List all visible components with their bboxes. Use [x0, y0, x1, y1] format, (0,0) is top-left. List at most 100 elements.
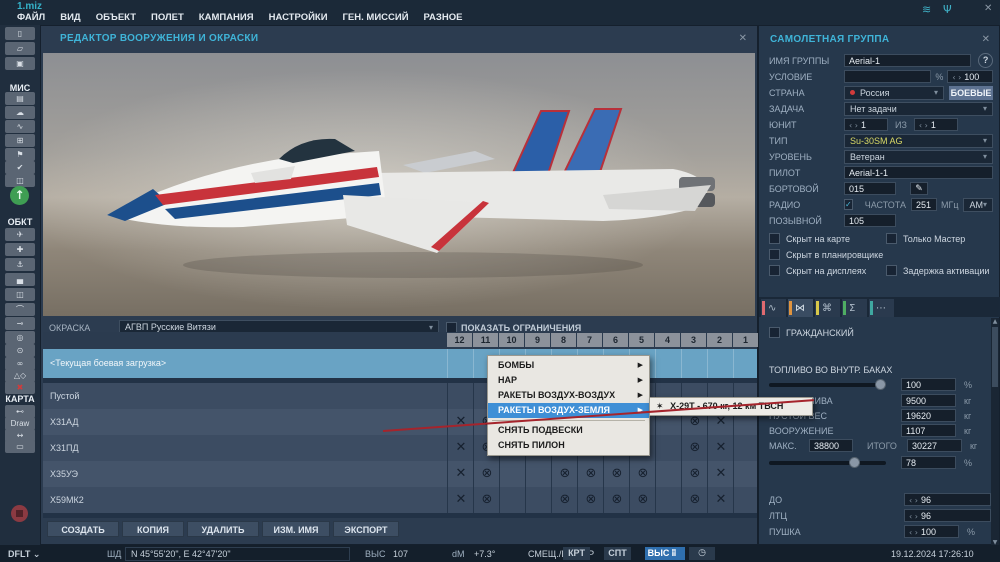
open-mission-button[interactable]: ▱	[5, 42, 35, 55]
group-panel-close-icon[interactable]: ✕	[982, 34, 990, 45]
menu-ген. миссий[interactable]: ГЕН. МИССИЙ	[343, 12, 409, 23]
briefing-button[interactable]: ▤	[5, 92, 35, 105]
menu-файл[interactable]: ФАЙЛ	[17, 12, 45, 23]
group-name-input[interactable]: Aerial-1	[844, 54, 972, 67]
pylon-cell-3[interactable]: ⊗	[681, 435, 708, 461]
probability-stepper[interactable]: ‹ › 100	[947, 70, 993, 83]
coord-mode-label[interactable]: ШД	[107, 549, 121, 559]
add-airbase-button[interactable]: ⌒	[5, 303, 35, 316]
action-copy-button[interactable]: КОПИЯ	[122, 521, 184, 537]
context-menu-item[interactable]: БОМБЫ ▶	[488, 358, 649, 373]
tab-summary[interactable]: Σ	[842, 299, 867, 317]
pylon-cell-9[interactable]	[525, 487, 552, 513]
load-percent-input[interactable]: 78	[901, 456, 956, 469]
edit-board-icon[interactable]: ✎	[910, 182, 928, 195]
pylon-cell-2[interactable]: ✕	[707, 435, 734, 461]
tab-more[interactable]: ⋯	[869, 299, 894, 317]
gates-button[interactable]: ⊞	[5, 134, 35, 147]
gun-stepper[interactable]: ‹ › 100	[904, 525, 959, 538]
hidden-planner-checkbox[interactable]	[769, 249, 780, 260]
chaff-stepper[interactable]: ‹ › 96	[904, 493, 991, 506]
tab-payload[interactable]: ⋈	[788, 299, 813, 317]
pylon-cell-12[interactable]: ✕	[447, 435, 474, 461]
pylon-cell-7[interactable]: ⊗	[577, 487, 604, 513]
pylon-cell-4[interactable]	[655, 487, 682, 513]
flags-button[interactable]: ⚑	[5, 148, 35, 161]
wifi-icon[interactable]: ≋	[922, 3, 931, 16]
pylon-cell-5[interactable]: ⊗	[629, 461, 656, 487]
template-button[interactable]: ◎	[5, 331, 35, 344]
pylon-cell-10[interactable]	[499, 487, 526, 513]
pylon-cell-12[interactable]	[447, 383, 474, 409]
pylon-cell-12[interactable]: ✕	[447, 487, 474, 513]
hidden-map-checkbox[interactable]	[769, 233, 780, 244]
weather-button[interactable]: ☁	[5, 106, 35, 119]
condition-input[interactable]	[844, 70, 932, 83]
task-dropdown[interactable]: Нет задачи ▾	[844, 101, 993, 116]
tab-route[interactable]: ∿	[761, 299, 786, 317]
pylon-cell-3[interactable]: ⊗	[681, 487, 708, 513]
add-vehicle-button[interactable]: ▄	[5, 273, 35, 286]
radio-checkbox[interactable]: ✓	[844, 199, 853, 210]
pylon-cell-4[interactable]	[655, 461, 682, 487]
help-button[interactable]: ?	[978, 53, 993, 68]
add-static-button[interactable]: ◫	[5, 288, 35, 301]
unit-stepper[interactable]: ‹ › 1	[844, 118, 888, 131]
menu-настройки[interactable]: НАСТРОЙКИ	[269, 12, 328, 23]
callsign-input[interactable]: 105	[844, 214, 896, 227]
pylon-cell-4[interactable]	[655, 435, 682, 461]
pylon-cell-10[interactable]	[499, 461, 526, 487]
add-ship-button[interactable]: ⚓	[5, 258, 35, 271]
late-activation-checkbox[interactable]	[886, 265, 897, 276]
pylon-cell-6[interactable]: ⊗	[603, 487, 630, 513]
antenna-icon[interactable]: Ψ	[943, 3, 952, 16]
hidden-mfd-checkbox[interactable]	[769, 265, 780, 276]
max-weight-input[interactable]: 38800	[809, 439, 853, 452]
save-mission-button[interactable]: ▣	[5, 57, 35, 70]
pylon-cell-1[interactable]	[733, 487, 760, 513]
add-waypoint-button[interactable]: ⊸	[5, 317, 35, 330]
frequency-input[interactable]: 251	[911, 198, 937, 211]
pylon-cell-9[interactable]	[525, 461, 552, 487]
toggle-спт[interactable]: СПТ	[604, 547, 631, 560]
pylon-cell-1[interactable]	[733, 461, 760, 487]
toggle-крт[interactable]: КРТ	[563, 547, 590, 560]
fuel-slider-knob[interactable]	[875, 378, 886, 390]
flare-stepper[interactable]: ‹ › 96	[904, 509, 991, 522]
loadout-row-х35уэ[interactable]: Х35УЭ ✕ ⊗ ⊗ ⊗ ⊗ ⊗ ⊗ ✕	[43, 461, 757, 487]
unit-total-stepper[interactable]: ‹ › 1	[913, 118, 958, 131]
new-mission-button[interactable]: ▯	[5, 27, 35, 40]
layer-selector[interactable]: DFLT ⌄	[8, 549, 40, 560]
action-delete-button[interactable]: УДАЛИТЬ	[187, 521, 259, 537]
pylon-cell-11[interactable]: ⊗	[473, 487, 500, 513]
delete-object-button[interactable]: ✖	[5, 381, 35, 394]
load-slider-knob[interactable]	[849, 456, 860, 468]
scroll-up-icon[interactable]: ▲	[991, 318, 999, 325]
window-close-icon[interactable]: ✕	[984, 3, 992, 14]
context-menu-item[interactable]: РАКЕТЫ ВОЗДУХ-ВОЗДУХ ▶	[488, 388, 649, 403]
pylon-cell-6[interactable]: ⊗	[603, 461, 630, 487]
rect-tool-button[interactable]: ▭	[5, 440, 35, 453]
modulation-dropdown[interactable]: AM ▾	[963, 197, 993, 212]
pylon-cell-8[interactable]: ⊗	[551, 461, 578, 487]
pylon-cell-2[interactable]: ✕	[707, 461, 734, 487]
load-slider[interactable]	[769, 456, 886, 468]
pilot-input[interactable]: Aerial-1-1	[844, 166, 993, 179]
pylon-cell-2[interactable]: ✕	[707, 487, 734, 513]
action-rename-button[interactable]: ИЗМ. ИМЯ	[262, 521, 330, 537]
context-menu-item[interactable]: СНЯТЬ ПОДВЕСКИ	[488, 423, 649, 438]
board-number-input[interactable]: 015	[844, 182, 896, 195]
fly-mission-button[interactable]: ↑	[10, 186, 29, 205]
menu-разное[interactable]: РАЗНОЕ	[424, 12, 463, 23]
pylon-cell-8[interactable]: ⊗	[551, 487, 578, 513]
stepper-arrows-icon[interactable]: ‹ ›	[952, 73, 961, 82]
editor-close-icon[interactable]: ✕	[739, 33, 747, 44]
pylon-cell-11[interactable]: ⊗	[473, 461, 500, 487]
combatants-button[interactable]: БОЕВЫЕ	[949, 85, 993, 100]
zone-button[interactable]: ⊙	[5, 344, 35, 357]
fuel-slider[interactable]	[769, 378, 886, 390]
tab-systems[interactable]: ⌘	[815, 299, 840, 317]
record-button[interactable]	[11, 505, 28, 522]
context-menu-item[interactable]: НАР ▶	[488, 373, 649, 388]
action-create-button[interactable]: СОЗДАТЬ	[47, 521, 119, 537]
